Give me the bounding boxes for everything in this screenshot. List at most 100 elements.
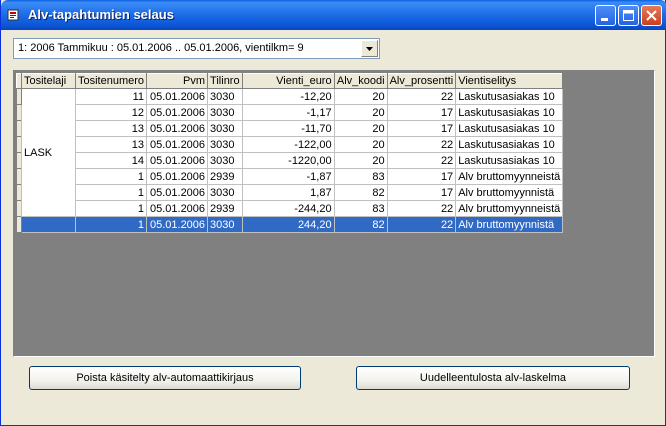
transactions-table: Tositelaji Tositenumero Pvm Tilinro Vien… — [16, 73, 564, 233]
cell-alv-prosentti: 22 — [386, 88, 457, 105]
cell-vienti-euro: -1,87 — [241, 168, 335, 185]
column-header-vientiselitys[interactable]: Vientiselitys — [455, 73, 564, 89]
cell-tilinro: 2939 — [207, 168, 243, 185]
column-header-tositenumero[interactable]: Tositenumero — [74, 73, 148, 89]
maximize-button[interactable] — [618, 5, 639, 26]
row-selector[interactable] — [16, 152, 22, 169]
close-button[interactable] — [641, 5, 662, 26]
cell-vienti-euro: 1,87 — [241, 184, 335, 201]
table-row[interactable]: 14 05.01.2006 3030 -1220,00 20 22 Laskut… — [16, 152, 564, 169]
cell-alv-prosentti: 22 — [386, 200, 457, 217]
cell-vientiselitys: Alv bruttomyynnistä — [455, 184, 564, 201]
cell-vienti-euro: -11,70 — [241, 120, 335, 137]
cell-pvm: 05.01.2006 — [146, 152, 209, 169]
cell-pvm: 05.01.2006 — [146, 168, 209, 185]
cell-vienti-euro: -122,00 — [241, 136, 335, 153]
row-selector[interactable] — [16, 136, 22, 153]
table-row[interactable]: 1 05.01.2006 2939 -1,87 83 17 Alv brutto… — [16, 168, 564, 185]
cell-vientiselitys: Laskutusasiakas 10 — [455, 152, 564, 169]
cell-alv-koodi: 20 — [333, 152, 388, 169]
cell-tositenumero: 1 — [74, 216, 148, 233]
cell-alv-koodi: 82 — [333, 216, 388, 233]
cell-pvm: 05.01.2006 — [146, 88, 209, 105]
cell-tilinro: 3030 — [207, 152, 243, 169]
table-row[interactable]: 12 05.01.2006 3030 -1,17 20 17 Laskutusa… — [16, 104, 564, 121]
reprint-vat-report-button[interactable]: Uudelleentulosta alv-laskelma — [356, 366, 630, 390]
table-row[interactable]: 13 05.01.2006 3030 -122,00 20 22 Laskutu… — [16, 136, 564, 153]
column-header-alv-prosentti[interactable]: Alv_prosentti — [386, 73, 457, 89]
cell-pvm: 05.01.2006 — [146, 136, 209, 153]
cell-alv-koodi: 82 — [333, 184, 388, 201]
close-icon — [646, 10, 657, 21]
minimize-button[interactable] — [595, 5, 616, 26]
cell-tilinro: 2939 — [207, 200, 243, 217]
column-header-vienti-euro[interactable]: Vienti_euro — [241, 73, 335, 89]
title-bar[interactable]: Alv-tapahtumien selaus — [1, 0, 666, 30]
cell-tositenumero: 13 — [74, 120, 148, 137]
row-selector[interactable] — [16, 104, 22, 121]
cell-tilinro: 3030 — [207, 88, 243, 105]
chevron-down-icon — [366, 47, 373, 51]
table-row[interactable]: 1 05.01.2006 2939 -244,20 83 22 Alv brut… — [16, 200, 564, 217]
cell-tositenumero: 11 — [74, 88, 148, 105]
cell-vienti-euro: -244,20 — [241, 200, 335, 217]
cell-vienti-euro: -1220,00 — [241, 152, 335, 169]
row-selector[interactable] — [16, 168, 22, 185]
cell-alv-prosentti: 22 — [386, 136, 457, 153]
app-window: Alv-tapahtumien selaus 1: 2006 Tammikuu … — [0, 0, 666, 426]
period-select-dropdown-button[interactable] — [361, 40, 378, 57]
cell-vientiselitys: Laskutusasiakas 10 — [455, 88, 564, 105]
column-header-pvm[interactable]: Pvm — [146, 73, 209, 89]
cell-tositenumero: 13 — [74, 136, 148, 153]
cell-vientiselitys: Alv bruttomyynneistä — [455, 168, 564, 185]
cell-tositelaji — [21, 216, 76, 233]
row-selector[interactable] — [16, 200, 22, 217]
cell-tilinro: 3030 — [207, 184, 243, 201]
cell-vienti-euro: 244,20 — [241, 216, 335, 233]
cell-tositelaji: LASK — [21, 88, 76, 217]
cell-alv-prosentti: 17 — [386, 104, 457, 121]
cell-alv-koodi: 20 — [333, 136, 388, 153]
cell-tilinro: 3030 — [207, 120, 243, 137]
window-title: Alv-tapahtumien selaus — [28, 7, 174, 22]
table-row[interactable]: LASK 11 05.01.2006 3030 -12,20 20 22 Las… — [16, 88, 564, 217]
cell-alv-koodi: 20 — [333, 120, 388, 137]
cell-tilinro: 3030 — [207, 216, 243, 233]
table-row-selected[interactable]: 1 05.01.2006 3030 244,20 82 22 Alv brutt… — [16, 216, 564, 233]
row-selector[interactable] — [16, 184, 22, 201]
cell-pvm: 05.01.2006 — [146, 200, 209, 217]
cell-alv-koodi: 20 — [333, 104, 388, 121]
remove-vat-entry-button[interactable]: Poista käsitelty alv-automaattikirjaus — [29, 366, 301, 390]
app-icon — [7, 9, 19, 21]
table-row[interactable]: 13 05.01.2006 3030 -11,70 20 17 Laskutus… — [16, 120, 564, 137]
table-row[interactable]: 1 05.01.2006 3030 1,87 82 17 Alv bruttom… — [16, 184, 564, 201]
minimize-icon — [601, 18, 608, 21]
cell-alv-prosentti: 17 — [386, 168, 457, 185]
cell-tositenumero: 1 — [74, 184, 148, 201]
cell-alv-prosentti: 17 — [386, 120, 457, 137]
period-select[interactable]: 1: 2006 Tammikuu : 05.01.2006 .. 05.01.2… — [13, 38, 380, 59]
cell-tositenumero: 1 — [74, 200, 148, 217]
cell-tositenumero: 1 — [74, 168, 148, 185]
cell-vientiselitys: Alv bruttomyynnistä — [455, 216, 564, 233]
transactions-grid[interactable]: Tositelaji Tositenumero Pvm Tilinro Vien… — [13, 70, 655, 357]
column-header-alv-koodi[interactable]: Alv_koodi — [333, 73, 388, 89]
cell-pvm: 05.01.2006 — [146, 120, 209, 137]
cell-alv-prosentti: 22 — [386, 216, 457, 233]
column-header-tositelaji[interactable]: Tositelaji — [21, 73, 76, 89]
cell-vienti-euro: -12,20 — [241, 88, 335, 105]
column-header-tilinro[interactable]: Tilinro — [207, 73, 243, 89]
maximize-icon — [623, 10, 634, 21]
cell-pvm: 05.01.2006 — [146, 104, 209, 121]
cell-tositenumero: 12 — [74, 104, 148, 121]
cell-vienti-euro: -1,17 — [241, 104, 335, 121]
cell-vientiselitys: Laskutusasiakas 10 — [455, 120, 564, 137]
cell-alv-koodi: 83 — [333, 168, 388, 185]
cell-alv-prosentti: 22 — [386, 152, 457, 169]
cell-tositenumero: 14 — [74, 152, 148, 169]
cell-alv-koodi: 83 — [333, 200, 388, 217]
row-selector[interactable] — [16, 120, 22, 137]
cell-alv-koodi: 20 — [333, 88, 388, 105]
cell-tilinro: 3030 — [207, 136, 243, 153]
table-header-row: Tositelaji Tositenumero Pvm Tilinro Vien… — [16, 73, 564, 89]
